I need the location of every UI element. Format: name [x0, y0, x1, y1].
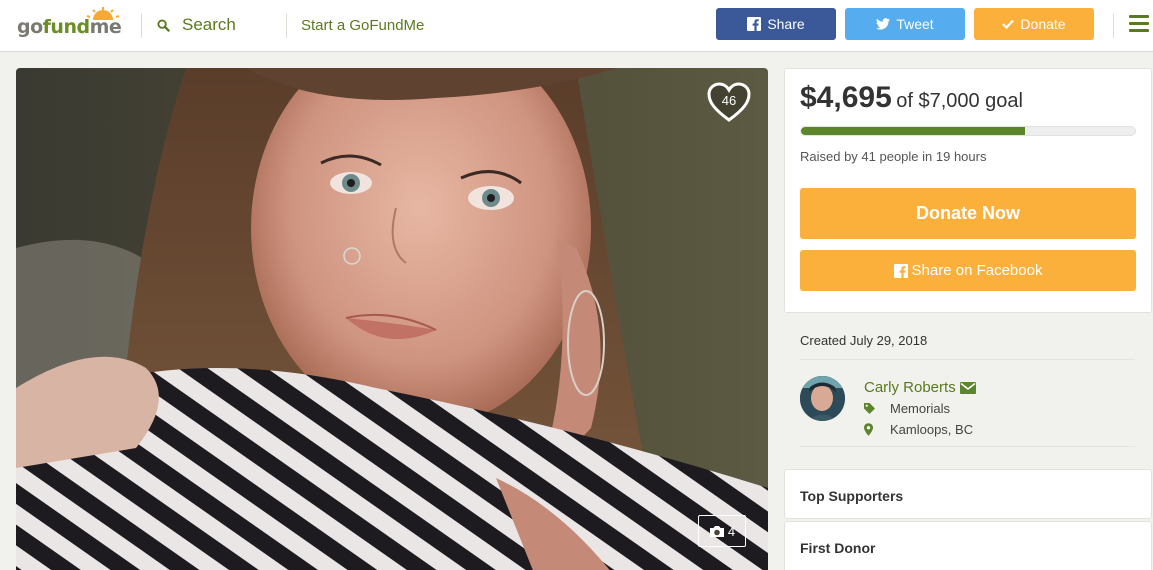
raised-amount: $4,695 — [800, 81, 892, 114]
organizer-link[interactable]: Carly Roberts — [864, 379, 976, 396]
tweet-button[interactable]: Tweet — [845, 8, 965, 40]
location-text: Kamloops, BC — [890, 422, 974, 437]
donation-summary-card: $4,695 of $7,000 goal Raised by 41 peopl… — [784, 68, 1152, 313]
divider — [800, 359, 1135, 360]
campaign-info-section: Created July 29, 2018 Carly Roberts Memo… — [784, 318, 1152, 458]
logo-wordmark: gofundme — [17, 16, 122, 38]
gofundme-logo[interactable]: gofundme — [17, 6, 129, 42]
category-row: Memorials — [864, 401, 950, 416]
divider — [800, 446, 1135, 447]
goal-text: of $7,000 goal — [896, 90, 1023, 112]
twitter-icon — [876, 18, 891, 30]
campaign-photo[interactable] — [16, 68, 768, 570]
donate-now-button[interactable]: Donate Now — [800, 188, 1136, 239]
top-supporters-heading: Top Supporters — [800, 488, 904, 504]
facebook-icon — [893, 263, 908, 278]
search-label: Search — [182, 15, 236, 34]
first-donor-heading: First Donor — [800, 540, 876, 556]
photo-count: 4 — [727, 523, 736, 539]
organizer-avatar[interactable] — [800, 376, 845, 421]
created-date: Created July 29, 2018 — [800, 333, 928, 348]
first-donor-card: First Donor — [784, 521, 1152, 570]
search-link[interactable]: Search — [157, 15, 236, 35]
share-label: Share — [767, 16, 805, 32]
share-facebook-header-button[interactable]: Share — [716, 8, 836, 40]
header-divider — [286, 14, 287, 38]
tag-icon — [864, 403, 875, 414]
envelope-icon[interactable] — [959, 381, 976, 394]
camera-icon — [709, 525, 724, 537]
facebook-icon — [747, 17, 762, 31]
search-icon — [157, 18, 170, 32]
campaign-photo-image — [16, 68, 768, 570]
tweet-label: Tweet — [896, 16, 934, 32]
category-link[interactable]: Memorials — [890, 401, 950, 416]
organizer-name: Carly Roberts — [864, 379, 956, 396]
raised-amount-line: $4,695 of $7,000 goal — [800, 81, 1023, 115]
heart-count: 46 — [721, 93, 737, 108]
checkmark-icon — [1002, 19, 1015, 29]
donate-header-button[interactable]: Donate — [974, 8, 1094, 40]
avatar-image — [800, 376, 845, 421]
top-supporters-card: Top Supporters — [784, 469, 1152, 519]
top-navigation-bar: gofundme Search Start a GoFundMe Share T… — [0, 0, 1153, 52]
share-on-facebook-button[interactable]: Share on Facebook — [800, 250, 1136, 291]
header-divider — [141, 14, 142, 38]
share-on-facebook-label: Share on Facebook — [911, 262, 1043, 279]
donate-label: Donate — [1020, 16, 1066, 32]
raised-by-text: Raised by 41 people in 19 hours — [800, 149, 987, 164]
map-marker-icon — [864, 423, 873, 436]
header-divider — [1113, 14, 1114, 38]
progress-fill — [801, 127, 1025, 135]
hamburger-menu-icon[interactable] — [1129, 15, 1149, 33]
donation-progress-bar — [800, 126, 1136, 136]
photo-gallery-button[interactable]: 4 — [698, 515, 746, 547]
start-gofundme-link[interactable]: Start a GoFundMe — [301, 17, 424, 34]
location-row: Kamloops, BC — [864, 422, 973, 437]
